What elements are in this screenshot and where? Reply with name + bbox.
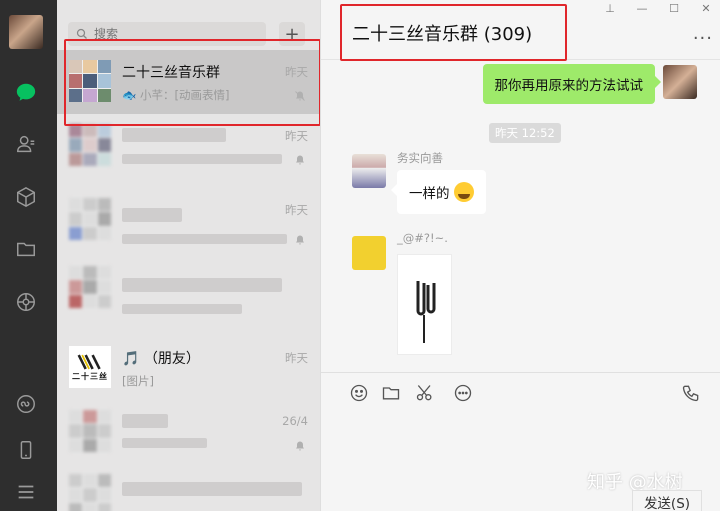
chat-icon[interactable] — [13, 79, 39, 105]
preview-blur — [122, 154, 282, 164]
name-blur — [122, 208, 182, 222]
group-avatar — [69, 410, 111, 452]
image-message[interactable] — [397, 254, 452, 355]
conversation-item-music-group[interactable]: 二十三丝音乐群 🐟 小芊：[动画表情] 昨天 — [57, 50, 320, 114]
maximize-icon[interactable]: ☐ — [667, 2, 681, 15]
group-avatar — [69, 266, 111, 308]
icon-sidebar — [0, 0, 57, 511]
conversation-list: + 二十三丝音乐群 🐟 小芊：[动画表情] 昨天 昨天 昨 — [57, 0, 320, 511]
conversation-preview: [图片] — [122, 374, 154, 388]
mute-bell-icon — [296, 235, 304, 245]
outgoing-message[interactable]: 那你再用原来的方法试试 — [482, 64, 661, 104]
conversation-time: 26/4 — [282, 414, 308, 428]
chat-panel: 二十三丝音乐群 (309) ⊥ — ☐ ✕ ··· 那你再用原来的方法试试 昨天… — [320, 0, 720, 511]
file-icon[interactable] — [381, 383, 401, 403]
timestamp: 昨天 12:52 — [489, 123, 561, 143]
mute-bell-icon — [296, 155, 304, 165]
sender-name: 务实向善 — [397, 151, 443, 165]
mute-bell-icon — [295, 91, 305, 101]
mini-program-icon[interactable] — [13, 391, 39, 417]
contacts-icon[interactable] — [13, 131, 39, 157]
group-avatar — [69, 198, 111, 240]
conversation-time: 昨天 — [285, 351, 308, 365]
preview-blur — [122, 234, 287, 244]
chat-history-icon[interactable] — [453, 383, 473, 403]
folder-icon[interactable] — [13, 236, 39, 262]
add-chat-button[interactable]: + — [279, 22, 305, 46]
close-icon[interactable]: ✕ — [699, 2, 713, 15]
conversation-time: 昨天 — [285, 203, 308, 217]
phone-icon[interactable] — [13, 437, 39, 463]
conversation-item-friends[interactable]: 二十三丝 🎵 （朋友） [图片] 昨天 — [57, 336, 320, 400]
conversation-name: 🎵 （朋友） — [122, 351, 200, 367]
conversation-name: 二十三丝音乐群 — [122, 65, 220, 81]
brand-logo: 二十三丝 — [69, 346, 111, 388]
conversation-time: 昨天 — [285, 65, 308, 79]
avatar[interactable] — [352, 236, 386, 270]
input-toolbar — [321, 372, 720, 402]
logo-text: 二十三丝 — [72, 371, 108, 381]
chat-title: 二十三丝音乐群 (309) — [352, 24, 533, 45]
call-icon[interactable] — [681, 383, 701, 403]
conversation-item[interactable] — [57, 464, 320, 511]
avatar[interactable] — [9, 15, 43, 49]
search-input[interactable] — [94, 27, 254, 41]
moments-icon[interactable] — [13, 289, 39, 315]
name-blur — [122, 128, 226, 142]
conversation-time: 昨天 — [285, 129, 308, 143]
name-blur — [122, 414, 168, 428]
mute-bell-icon — [296, 441, 304, 451]
conversation-item[interactable]: 昨天 — [57, 114, 320, 178]
group-avatar — [69, 60, 111, 102]
send-button[interactable]: 发送(S) — [632, 490, 702, 511]
more-options-icon[interactable]: ··· — [693, 28, 713, 49]
chat-header: 二十三丝音乐群 (309) ⊥ — ☐ ✕ ··· — [321, 0, 720, 60]
search-box[interactable] — [68, 22, 266, 46]
menu-icon[interactable] — [13, 479, 39, 505]
avatar[interactable] — [352, 154, 386, 188]
cube-icon[interactable] — [13, 184, 39, 210]
conversation-item[interactable]: 26/4 — [57, 400, 320, 464]
emoji-icon[interactable] — [349, 383, 369, 403]
preview-blur — [122, 438, 207, 448]
incoming-message[interactable]: 一样的 — [391, 170, 486, 214]
pin-icon[interactable]: ⊥ — [603, 2, 617, 15]
group-avatar — [69, 124, 111, 166]
search-icon — [76, 28, 87, 39]
earphones-image-icon — [416, 281, 436, 343]
window-controls: ⊥ — ☐ ✕ — [603, 2, 713, 15]
scissors-icon[interactable] — [415, 383, 435, 403]
group-avatar — [69, 474, 111, 511]
name-blur — [122, 278, 282, 292]
conversation-item[interactable] — [57, 256, 320, 320]
crying-emoji-icon — [453, 182, 474, 202]
preview-blur — [122, 304, 242, 314]
message-text: 一样的 — [409, 186, 450, 202]
conversation-preview: 🐟 小芊：[动画表情] — [122, 88, 230, 102]
name-blur — [122, 482, 302, 496]
avatar[interactable] — [663, 65, 697, 99]
logo-mark — [77, 353, 101, 370]
minimize-icon[interactable]: — — [635, 2, 649, 15]
conversation-item[interactable]: 昨天 — [57, 188, 320, 252]
sender-name: _@#?!~. — [397, 231, 448, 245]
